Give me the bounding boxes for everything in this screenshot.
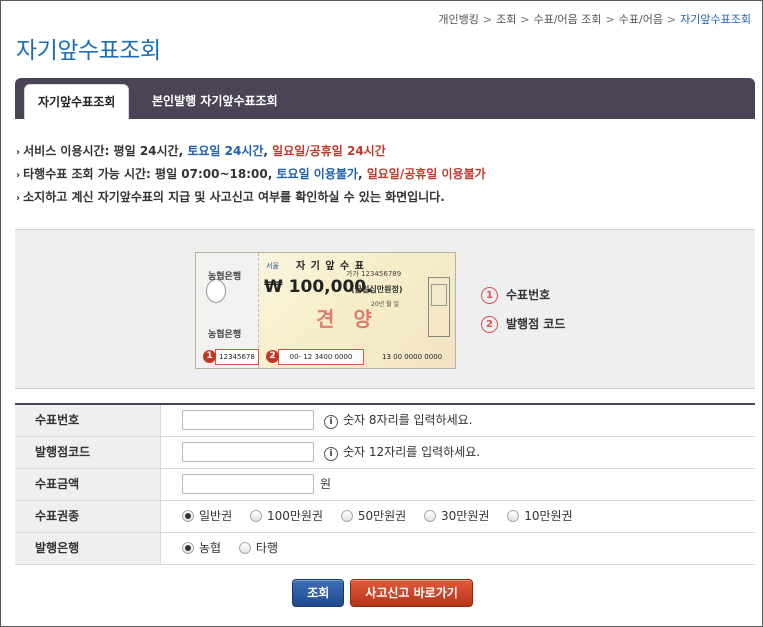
report-incident-button[interactable]: 사고신고 바로가기 bbox=[350, 579, 473, 607]
radio-icon[interactable] bbox=[238, 541, 251, 554]
form-row-denomination: 수표권종 일반권 100만원권 50만원권 30만원권 10만원권 bbox=[15, 501, 755, 533]
option-label: 30만원권 bbox=[441, 509, 490, 523]
radio-icon[interactable] bbox=[424, 509, 437, 522]
cheque-bank-name: 농협은행 bbox=[208, 272, 242, 282]
notice-separator: , bbox=[263, 144, 273, 158]
amount-unit: 원 bbox=[320, 477, 332, 491]
denomination-option-100k[interactable]: 10만원권 bbox=[507, 501, 573, 532]
legend-label: 수표번호 bbox=[506, 288, 551, 302]
option-label: 10만원권 bbox=[524, 509, 573, 523]
breadcrumb-item[interactable]: 수표/어음 bbox=[619, 13, 663, 26]
breadcrumb-item[interactable]: 수표/어음 조회 bbox=[534, 13, 602, 26]
notice-text: 타행수표 조회 가능 시간: 평일 07:00~18:00, bbox=[23, 167, 277, 181]
notice-service-hours: › 서비스 이용시간: 평일 24시간, 토요일 24시간, 일요일/공휴일 24… bbox=[16, 141, 486, 164]
breadcrumb-item[interactable]: 조회 bbox=[496, 13, 516, 26]
form-row-issuing-bank: 발행은행 농협 타행 bbox=[15, 533, 755, 565]
breadcrumb: 개인뱅킹 > 조회 > 수표/어음 조회 > 수표/어음 > 자기앞수표조회 bbox=[437, 11, 752, 27]
legend-item-cheque-number: 1 수표번호 bbox=[481, 286, 565, 315]
breadcrumb-separator: > bbox=[520, 13, 530, 26]
notice-saturday: 토요일 이용불가 bbox=[276, 167, 358, 181]
option-label: 100만원권 bbox=[266, 509, 323, 523]
cheque-number-input[interactable] bbox=[182, 410, 314, 430]
radio-icon[interactable] bbox=[507, 509, 520, 522]
cheque-region: 서울 bbox=[266, 262, 279, 270]
issuing-bank-option-other[interactable]: 타행 bbox=[238, 533, 279, 564]
tab-self-issued-cheque-inquiry[interactable]: 본인발행 자기앞수표조회 bbox=[139, 84, 291, 119]
amount-input[interactable] bbox=[182, 474, 314, 494]
option-label: 타행 bbox=[255, 541, 279, 555]
radio-icon[interactable] bbox=[249, 509, 262, 522]
branch-code-input[interactable] bbox=[182, 442, 314, 462]
radio-selected-icon[interactable] bbox=[182, 509, 194, 522]
cheque-amount-korean: (금일십만원정) bbox=[351, 285, 403, 294]
issuing-bank-options: 농협 타행 bbox=[182, 533, 292, 564]
breadcrumb-separator: > bbox=[605, 13, 615, 26]
cheque-signature-box bbox=[428, 277, 450, 337]
page-title: 자기앞수표조회 bbox=[16, 38, 161, 64]
option-label: 농협 bbox=[199, 541, 222, 555]
cheque-number-label: 수표번호 bbox=[15, 405, 161, 436]
breadcrumb-separator: > bbox=[666, 13, 677, 26]
legend-item-branch-code: 2 발행점 코드 bbox=[481, 315, 565, 344]
marker-1-icon: 1 bbox=[203, 350, 216, 363]
sample-cheque-image: 농협은행 농협은행 서울 자 기 앞 수 표 가가 123456789 ₩ 10… bbox=[195, 252, 456, 369]
cheque-number-box: 12345678 bbox=[215, 349, 259, 365]
cheque-specimen-stamp: 견 양 bbox=[316, 307, 378, 331]
bank-seal-icon bbox=[206, 279, 226, 303]
notice-text: 서비스 이용시간: 평일 24시간, bbox=[23, 144, 188, 158]
branch-code-box: 00- 12 3400 0000 bbox=[278, 349, 364, 365]
denomination-option-1m[interactable]: 100만원권 bbox=[249, 501, 323, 532]
radio-selected-icon[interactable] bbox=[182, 541, 194, 554]
option-label: 일반권 bbox=[199, 509, 233, 523]
branch-code-label: 발행점코드 bbox=[15, 437, 161, 468]
circled-number-1-icon: 1 bbox=[481, 287, 498, 304]
marker-2-icon: 2 bbox=[266, 350, 279, 363]
option-label: 50만원권 bbox=[357, 509, 407, 523]
issuing-bank-option-nh[interactable]: 농협 bbox=[182, 533, 221, 564]
notice-saturday: 토요일 24시간 bbox=[187, 144, 264, 158]
circled-number-2-icon: 2 bbox=[481, 316, 498, 333]
denomination-option-300k[interactable]: 30만원권 bbox=[424, 501, 489, 532]
form-row-branch-code: 발행점코드 i 숫자 12자리를 입력하세요. bbox=[15, 437, 755, 469]
cheque-legend: 1 수표번호 2 발행점 코드 bbox=[481, 286, 565, 344]
query-button[interactable]: 조회 bbox=[292, 579, 345, 607]
bullet-arrow-icon: › bbox=[16, 193, 21, 204]
notice-holiday: 일요일/공휴일 이용불가 bbox=[366, 167, 486, 181]
cheque-number-hint: i 숫자 8자리를 입력하세요. bbox=[324, 405, 472, 436]
bullet-arrow-icon: › bbox=[16, 170, 21, 181]
action-buttons: 조회 사고신고 바로가기 bbox=[1, 579, 763, 607]
issuing-bank-label: 발행은행 bbox=[15, 533, 161, 564]
notice-holiday: 일요일/공휴일 24시간 bbox=[272, 144, 386, 158]
breadcrumb-current: 자기앞수표조회 bbox=[680, 13, 751, 26]
form-row-cheque-number: 수표번호 i 숫자 8자리를 입력하세요. bbox=[15, 405, 755, 437]
branch-code-hint: i 숫자 12자리를 입력하세요. bbox=[324, 437, 480, 468]
window-frame: 개인뱅킹 > 조회 > 수표/어음 조회 > 수표/어음 > 자기앞수표조회 자기앞수표조회 자… bbox=[0, 0, 763, 627]
tab-cheque-inquiry[interactable]: 자기앞수표조회 bbox=[24, 84, 130, 120]
cheque-micr-line: 13 00 0000 0000 bbox=[382, 353, 443, 361]
form-row-amount: 수표금액 원 bbox=[15, 469, 755, 501]
cheque-bank-name-stub: 농협은행 bbox=[208, 330, 242, 340]
denomination-option-general[interactable]: 일반권 bbox=[182, 501, 232, 532]
info-icon: i bbox=[324, 447, 338, 461]
inquiry-form: 수표번호 i 숫자 8자리를 입력하세요. 발행점코드 i 숫자 12자리를 입력하… bbox=[15, 403, 755, 565]
notice-list: › 서비스 이용시간: 평일 24시간, 토요일 24시간, 일요일/공휴일 24… bbox=[16, 141, 486, 210]
notice-separator: , bbox=[357, 167, 367, 181]
sample-cheque-area: 농협은행 농협은행 서울 자 기 앞 수 표 가가 123456789 ₩ 10… bbox=[15, 229, 755, 389]
notice-description: › 소지하고 계신 자기앞수표의 지급 및 사고신고 여부를 확인하실 수 있는 … bbox=[16, 187, 486, 210]
denomination-options: 일반권 100만원권 50만원권 30만원권 10만원권 bbox=[182, 501, 587, 532]
legend-label: 발행점 코드 bbox=[506, 317, 566, 331]
hint-text: 숫자 12자리를 입력하세요. bbox=[343, 445, 481, 459]
info-icon: i bbox=[324, 415, 338, 429]
notice-text: 소지하고 계신 자기앞수표의 지급 및 사고신고 여부를 확인하실 수 있는 화… bbox=[23, 190, 445, 204]
amount-label: 수표금액 bbox=[15, 469, 161, 500]
notice-other-bank-hours: › 타행수표 조회 가능 시간: 평일 07:00~18:00, 토요일 이용불가… bbox=[16, 164, 486, 187]
hint-text: 숫자 8자리를 입력하세요. bbox=[343, 413, 473, 427]
denomination-option-500k[interactable]: 50만원권 bbox=[340, 501, 407, 532]
breadcrumb-item[interactable]: 개인뱅킹 bbox=[438, 13, 478, 26]
radio-icon[interactable] bbox=[340, 509, 353, 522]
tab-bar: 자기앞수표조회 본인발행 자기앞수표조회 bbox=[15, 78, 755, 120]
breadcrumb-separator: > bbox=[482, 13, 493, 26]
denomination-label: 수표권종 bbox=[15, 501, 161, 532]
bullet-arrow-icon: › bbox=[16, 147, 21, 158]
